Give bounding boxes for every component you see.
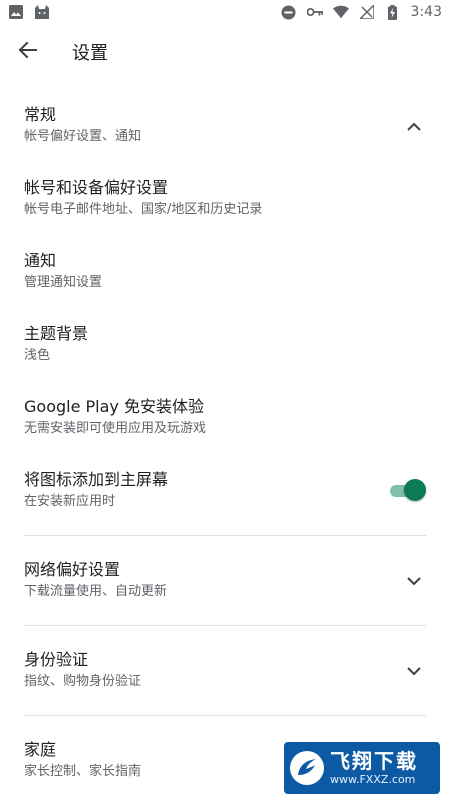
arrow-back-icon — [18, 41, 37, 62]
do-not-disturb-icon — [281, 4, 297, 20]
setting-account-device-title: 帐号和设备偏好设置 — [24, 178, 169, 197]
setting-theme[interactable]: 主题背景 浅色 — [24, 323, 426, 365]
setting-notifications[interactable]: 通知 管理通知设置 — [24, 250, 426, 292]
setting-theme-title: 主题背景 — [24, 324, 89, 343]
setting-instant-apps-title: Google Play 免安装体验 — [24, 397, 204, 416]
watermark-url: www.FXXZ.com — [330, 773, 416, 786]
setting-add-icon-home[interactable]: 将图标添加到主屏幕 在安装新应用时 — [24, 469, 426, 511]
status-bar-right: 3:43 — [281, 4, 442, 20]
toggle-thumb — [404, 479, 426, 501]
setting-theme-subtitle: 浅色 — [24, 348, 51, 363]
setting-notifications-subtitle: 管理通知设置 — [24, 275, 103, 290]
chevron-up-icon[interactable] — [402, 114, 426, 138]
setting-instant-apps[interactable]: Google Play 免安装体验 无需安装即可使用应用及玩游戏 — [24, 396, 426, 438]
setting-add-icon-home-subtitle: 在安装新应用时 — [24, 494, 116, 509]
watermark-text: 飞翔下载 www.FXXZ.com — [330, 749, 418, 787]
section-network[interactable]: 网络偏好设置 下载流量使用、自动更新 — [24, 559, 426, 601]
add-icon-home-toggle[interactable] — [390, 478, 426, 502]
section-general[interactable]: 常规 帐号偏好设置、通知 — [24, 104, 426, 146]
section-authentication-title: 身份验证 — [24, 650, 89, 669]
setting-account-device-subtitle: 帐号电子邮件地址、国家/地区和历史记录 — [24, 202, 263, 217]
section-network-subtitle: 下载流量使用、自动更新 — [24, 584, 168, 599]
chevron-down-icon[interactable] — [402, 569, 426, 593]
section-general-title: 常规 — [24, 105, 57, 124]
back-button[interactable] — [0, 24, 56, 80]
vpn-key-icon — [306, 4, 323, 20]
divider — [24, 625, 426, 626]
status-bar: 3:43 — [0, 0, 450, 24]
page-title: 设置 — [72, 43, 108, 64]
setting-notifications-title: 通知 — [24, 251, 57, 270]
divider — [24, 535, 426, 536]
watermark-logo: 飞翔下载 www.FXXZ.com — [284, 742, 440, 794]
watermark-main: 飞翔下载 — [330, 749, 418, 773]
android-cat-icon — [34, 4, 50, 20]
section-network-title: 网络偏好设置 — [24, 560, 121, 579]
divider — [24, 715, 426, 716]
chevron-down-icon[interactable] — [402, 659, 426, 683]
setting-add-icon-home-title: 将图标添加到主屏幕 — [24, 470, 169, 489]
wifi-icon — [332, 4, 349, 20]
setting-instant-apps-subtitle: 无需安装即可使用应用及玩游戏 — [24, 421, 207, 436]
battery-charging-icon — [385, 4, 401, 20]
setting-account-device[interactable]: 帐号和设备偏好设置 帐号电子邮件地址、国家/地区和历史记录 — [24, 177, 426, 219]
image-icon — [8, 4, 24, 20]
watermark-icon — [290, 751, 324, 785]
section-authentication-subtitle: 指纹、购物身份验证 — [24, 674, 142, 689]
app-bar: 设置 — [0, 24, 450, 80]
section-general-subtitle: 帐号偏好设置、通知 — [24, 129, 142, 144]
no-signal-icon — [359, 4, 375, 20]
status-bar-left — [8, 4, 50, 20]
status-time: 3:43 — [410, 4, 442, 20]
section-authentication[interactable]: 身份验证 指纹、购物身份验证 — [24, 649, 426, 691]
